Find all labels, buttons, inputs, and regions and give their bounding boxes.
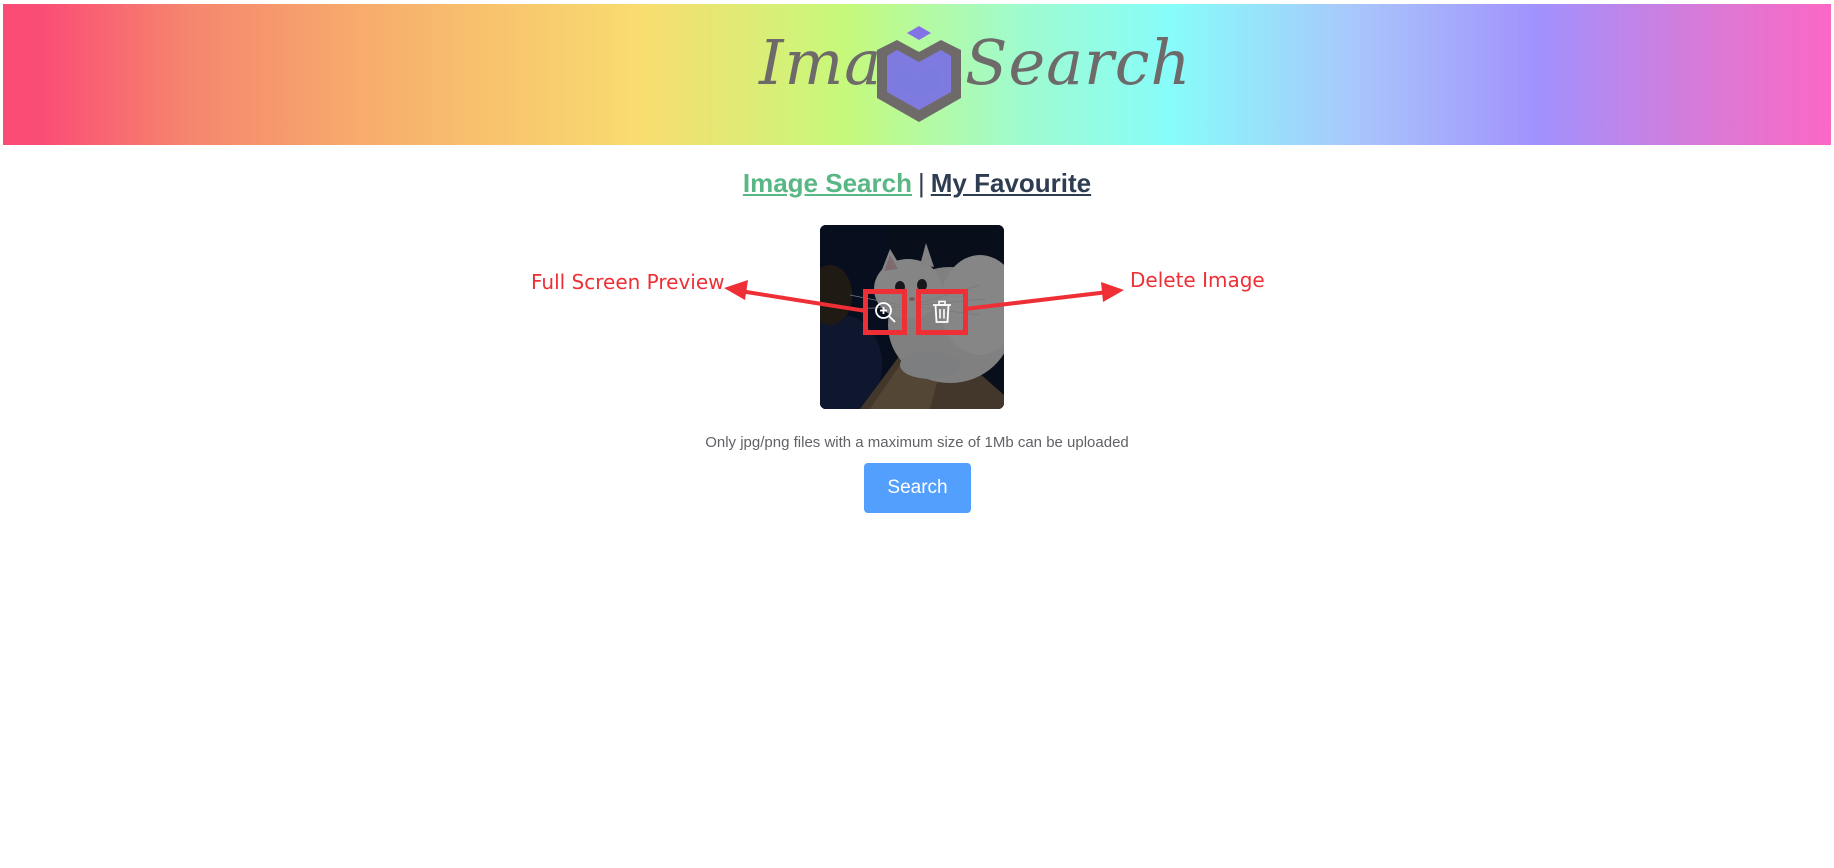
- upload-hint: Only jpg/png files with a maximum size o…: [705, 434, 1129, 451]
- header-banner: Image Search: [3, 4, 1831, 145]
- annotation-delete-image: Delete Image: [1130, 268, 1265, 292]
- zoom-in-icon: [875, 302, 896, 323]
- uploaded-image-thumbnail[interactable]: [820, 225, 1004, 409]
- nav-separator: |: [917, 168, 925, 198]
- hexagon-cube-icon: [877, 26, 961, 122]
- annotation-full-screen-preview: Full Screen Preview: [531, 270, 725, 294]
- thumbnail-actions: [820, 225, 1004, 409]
- preview-button[interactable]: [863, 289, 907, 335]
- logo[interactable]: Image Search: [753, 18, 1190, 132]
- search-button[interactable]: Search: [864, 463, 971, 513]
- nav-link-image-search[interactable]: Image Search: [743, 168, 912, 198]
- logo-text-search: Search: [965, 26, 1192, 99]
- nav-link-my-favourite[interactable]: My Favourite: [931, 168, 1091, 198]
- trash-icon: [933, 300, 951, 323]
- delete-button[interactable]: [916, 289, 968, 335]
- top-nav: Image Search | My Favourite: [0, 168, 1834, 199]
